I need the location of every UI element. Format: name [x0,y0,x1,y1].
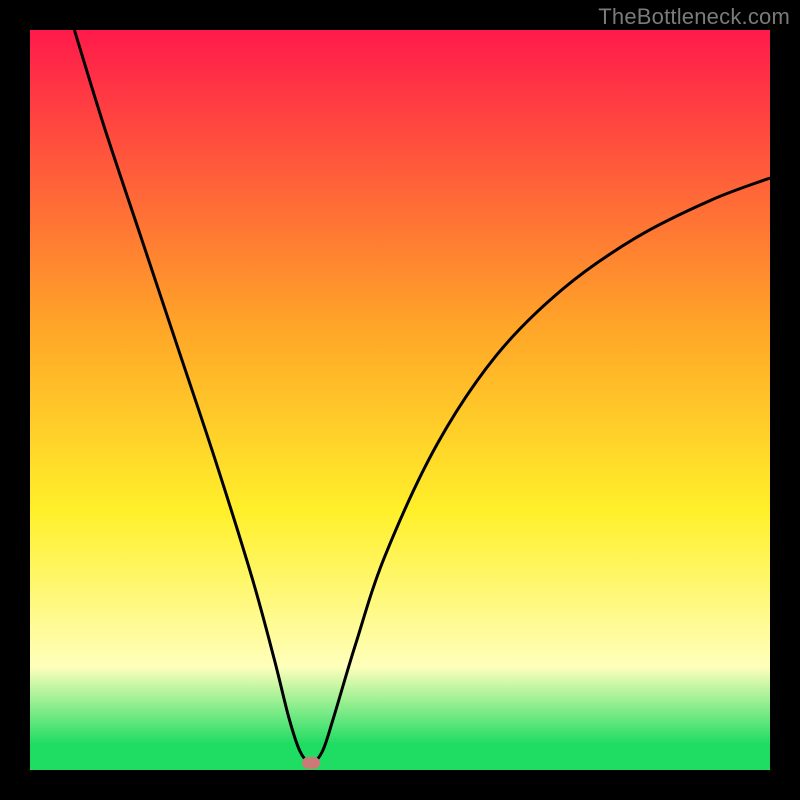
minimum-marker [302,757,320,769]
plot-area [30,30,770,770]
chart-frame: TheBottleneck.com [0,0,800,800]
watermark-text: TheBottleneck.com [598,4,790,30]
bottleneck-curve [30,30,770,770]
